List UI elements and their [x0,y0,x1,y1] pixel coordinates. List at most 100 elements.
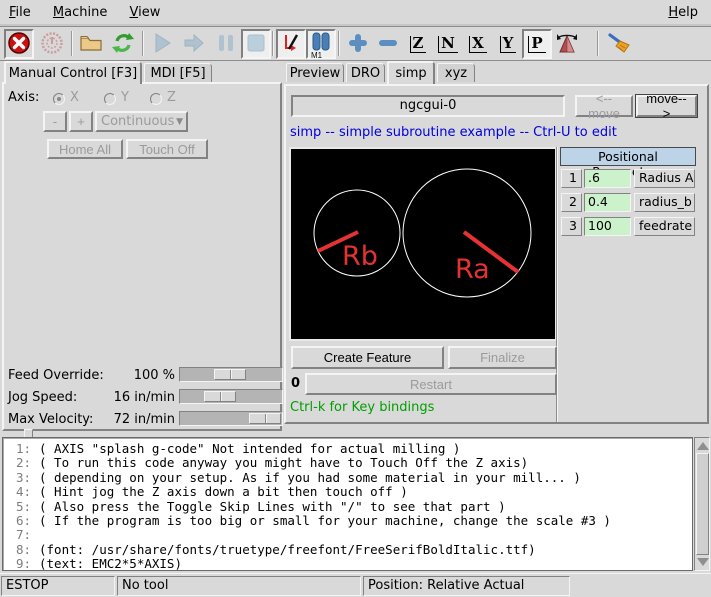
minus-icon [377,32,399,57]
feed-override-slider-handle[interactable] [214,369,246,380]
max-velocity-slider-handle[interactable] [249,413,281,424]
restart-count: 0 [291,376,300,391]
jog-speed-slider[interactable] [179,389,283,404]
zoom-in-button[interactable] [343,29,373,59]
move-right-button[interactable]: move--> [636,95,697,117]
run-program-button[interactable] [147,29,177,59]
tab-simp[interactable]: simp [387,61,435,84]
axis-label: Axis: [8,90,39,105]
toggle-skip-lines-button[interactable] [276,29,306,59]
param-3-input[interactable]: 100 [584,217,631,236]
pause-icon [215,32,237,57]
menu-file[interactable]: File [0,0,40,20]
gcode-scrollbar[interactable] [694,437,710,571]
max-velocity-slider[interactable] [179,411,283,426]
skip-lines-icon [279,31,303,58]
preview-canvas-frame: RbRa [289,147,557,341]
menu-view[interactable]: View [120,0,169,20]
clear-plot-button[interactable] [604,29,634,59]
jog-plus-button[interactable]: + [69,111,93,132]
reload-file-button[interactable] [108,29,138,59]
open-folder-icon [78,31,104,58]
axis-z-radio[interactable] [150,93,162,105]
plus-icon [347,32,369,57]
estop-button[interactable] [4,29,34,59]
stop-program-button[interactable] [241,29,271,59]
finalize-button[interactable]: Finalize [448,346,557,369]
gcode-line-number: 8: [3,543,31,557]
touch-off-button[interactable]: Touch Off [126,139,208,159]
gcode-line-text: ( Also press the Toggle Skip Lines with … [39,500,506,514]
jog-mode-dropdown[interactable]: Continuous ▼ [95,111,188,132]
gcode-line-number: 2: [3,456,31,470]
view-z-rotated-icon: N [438,36,458,53]
step-program-button[interactable] [179,29,209,59]
view-perspective-button[interactable]: P [522,29,552,59]
gcode-line-text: ( AXIS "splash g-code" Not intended for … [39,442,460,456]
menu-machine[interactable]: Machine [44,0,116,20]
feed-override-value: 100 % [90,368,175,383]
menu-bar: File Machine View Help [0,0,711,27]
tab-mdi[interactable]: MDI [F5] [144,63,212,82]
view-z-button[interactable]: Z [403,29,433,59]
key-bindings-hint: Ctrl-k for Key bindings [290,400,434,415]
tab-manual-control[interactable]: Manual Control [F3] [4,61,142,84]
pause-program-button[interactable] [211,29,241,59]
scroll-up-arrow-icon[interactable] [697,442,709,450]
home-all-button[interactable]: Home All [47,139,123,159]
touch-off-label: Touch Off [139,142,194,157]
axis-x-radio[interactable] [53,93,65,105]
feed-override-slider[interactable] [179,367,283,382]
restart-button[interactable]: Restart [305,373,557,395]
param-2-input[interactable]: 0.4 [584,193,631,212]
param-2-index: 2 [561,193,582,212]
gcode-line-number: 5: [3,500,31,514]
move-left-button[interactable]: <--move [575,95,633,117]
gcode-line: 7: [3,528,692,542]
param-1-index: 1 [561,169,582,188]
jog-minus-button[interactable]: - [43,111,67,132]
scroll-down-arrow-icon[interactable] [697,558,709,566]
gcode-line-number: 1: [3,442,31,456]
move-left-label: <--move [583,91,625,121]
view-perspective-icon: P [528,36,545,53]
tab-preview[interactable]: Preview [286,63,344,82]
toolbar-separator [597,31,599,56]
status-tool: No tool [117,576,361,596]
open-file-button[interactable] [76,29,106,59]
param-2-name: radius_b [634,193,695,212]
tab-dro[interactable]: DRO [346,63,385,82]
machine-power-button[interactable] [37,29,67,59]
optional-stop-button[interactable]: M1 [306,29,336,59]
svg-text:Rb: Rb [342,241,378,272]
toolbar-separator [338,31,340,56]
gcode-text-area[interactable]: 1: ( AXIS "splash g-code" Not intended fo… [2,437,693,571]
view-x-button[interactable]: X [463,29,493,59]
tab-xyz[interactable]: xyz [437,63,475,82]
scrollbar-thumb[interactable] [696,453,709,555]
move-right-label: move--> [644,91,689,121]
gcode-line-text: ( Hint jog the Z axis down a bit then to… [39,485,408,499]
view-y-button[interactable]: Y [493,29,523,59]
tab-xyz-label: xyz [445,66,467,81]
tab-simp-label: simp [395,66,426,81]
axis-x-label: X [70,90,79,105]
gcode-line-number: 9: [3,557,31,571]
stop-icon [245,32,267,57]
jog-speed-label: Jog Speed: [8,390,77,405]
gcode-line: 4:( Hint jog the Z axis down a bit then … [3,485,692,499]
toolbar-separator [71,31,73,56]
jog-speed-slider-handle[interactable] [204,391,236,402]
view-z-rotated-button[interactable]: N [433,29,463,59]
jog-mode-value: Continuous [101,114,174,129]
create-feature-button[interactable]: Create Feature [291,346,444,369]
param-1-input[interactable]: .6 [584,169,631,188]
menu-help[interactable]: Help [659,0,707,20]
gcode-line-text: (font: /usr/share/fonts/truetype/freefon… [39,543,536,557]
rotate-view-button[interactable] [552,29,582,59]
m1-label: M1 [311,51,322,60]
ngcgui-tab-title-entry[interactable]: ngcgui-0 [291,95,565,117]
zoom-out-button[interactable] [373,29,403,59]
axis-y-radio[interactable] [104,93,116,105]
param-3-index: 3 [561,217,582,236]
